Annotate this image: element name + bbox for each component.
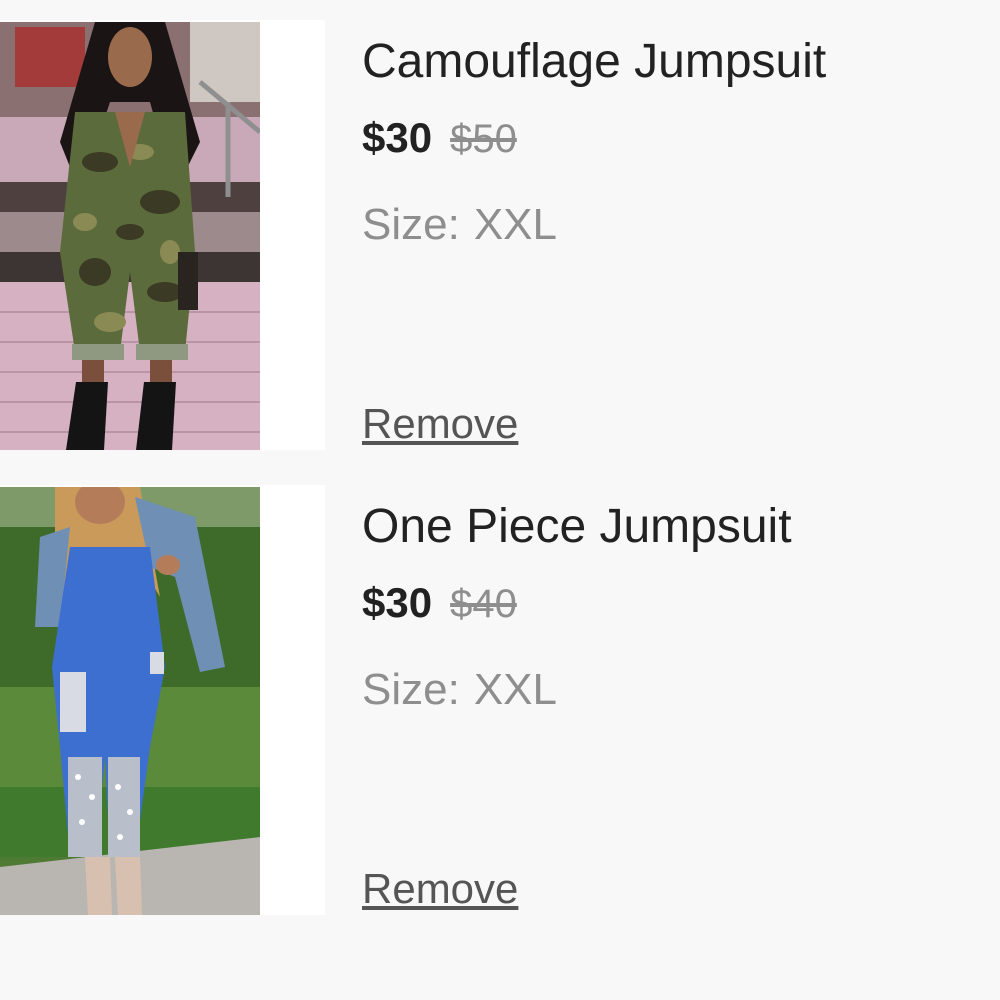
size-label: Size: <box>362 665 460 714</box>
size-value: XXL <box>473 665 557 714</box>
size-value: XXL <box>473 200 557 249</box>
product-thumbnail-card[interactable] <box>0 485 325 915</box>
size-label: Size: <box>362 200 460 249</box>
product-image[interactable] <box>0 487 260 915</box>
product-info: One Piece Jumpsuit $30 $40 Size: XXL Remov… <box>362 485 982 915</box>
size-row: Size: XXL <box>362 200 557 250</box>
remove-button[interactable]: Remove <box>362 865 518 913</box>
cart-item: Camouflage Jumpsuit $30 $50 Size: XXL Remo… <box>0 20 1000 450</box>
product-thumbnail-card[interactable] <box>0 20 325 450</box>
product-image[interactable] <box>0 22 260 450</box>
product-title[interactable]: Camouflage Jumpsuit <box>362 34 826 89</box>
size-row: Size: XXL <box>362 665 557 715</box>
original-price: $50 <box>450 117 517 161</box>
product-title[interactable]: One Piece Jumpsuit <box>362 499 792 554</box>
cart-item: One Piece Jumpsuit $30 $40 Size: XXL Remov… <box>0 485 1000 915</box>
price-row: $30 $50 <box>362 114 517 162</box>
sale-price: $30 <box>362 579 433 626</box>
product-info: Camouflage Jumpsuit $30 $50 Size: XXL Remo… <box>362 20 982 450</box>
remove-button[interactable]: Remove <box>362 400 518 448</box>
original-price: $40 <box>450 582 517 626</box>
cart-list: Camouflage Jumpsuit $30 $50 Size: XXL Remo… <box>0 0 1000 1000</box>
sale-price: $30 <box>362 114 433 161</box>
price-row: $30 $40 <box>362 579 517 627</box>
